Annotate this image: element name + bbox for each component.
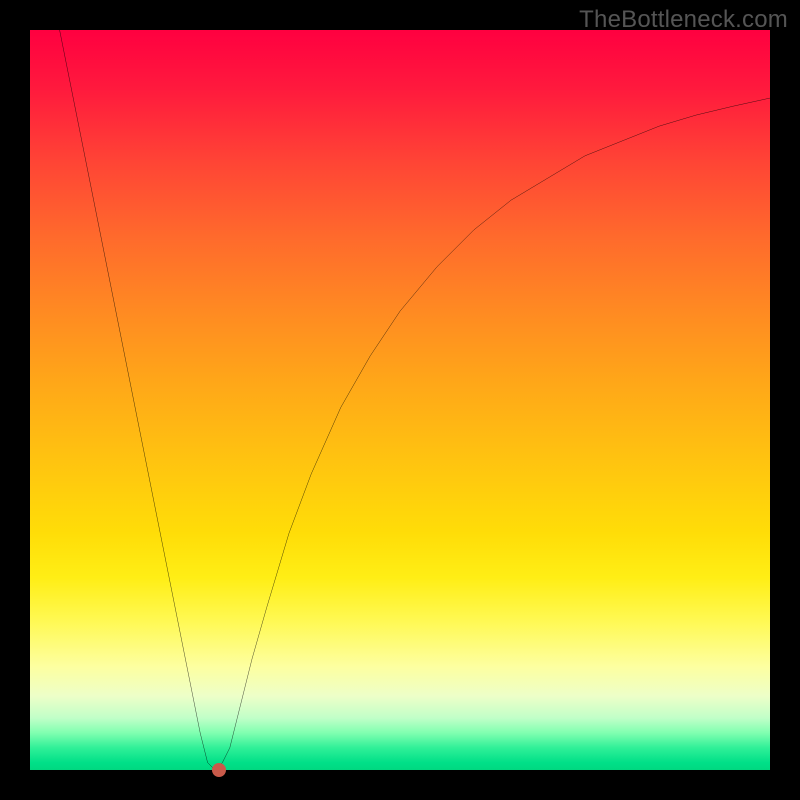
watermark-text: TheBottleneck.com [579, 6, 788, 34]
optimal-point-marker [212, 763, 226, 777]
bottleneck-curve [30, 30, 770, 770]
